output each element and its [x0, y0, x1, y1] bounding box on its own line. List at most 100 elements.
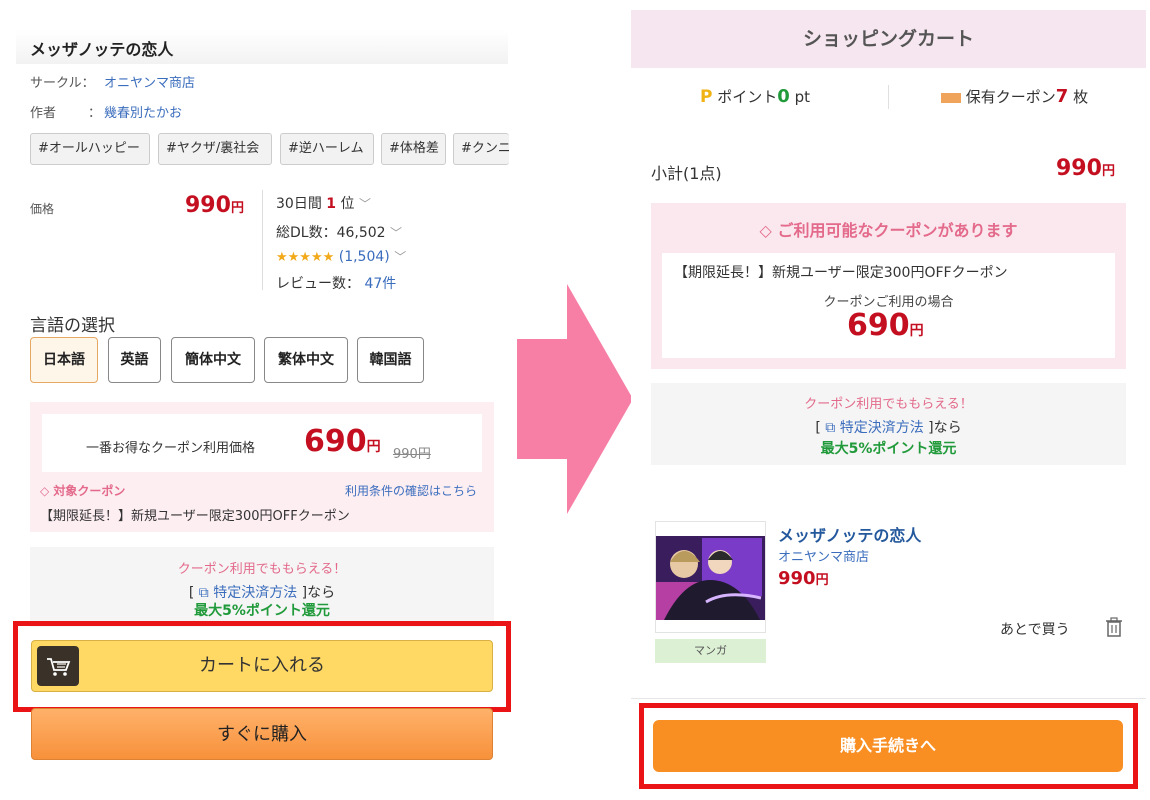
coupon-name: 【期限延長！】新規ユーザー限定300円OFFクーポン [40, 509, 350, 524]
arrow-right-icon [517, 284, 633, 514]
save-for-later-button[interactable]: あとで買う [1000, 619, 1070, 639]
item-category-badge: マンガ [655, 639, 766, 663]
price-value: 990 [185, 193, 231, 218]
points-promo-text: クーポン利用でももらえる！ [177, 562, 347, 577]
points-promo-text: クーポン利用でももらえる！ [804, 397, 973, 412]
author-link[interactable]: 幾春別たかお [104, 102, 182, 121]
external-link-icon: ⧉ [825, 420, 836, 436]
coupon-available-title[interactable]: ◇ ご利用可能なクーポンがあります [651, 217, 1126, 241]
rating[interactable]: ★★★★★ (1,504) ﹀ [276, 248, 406, 265]
coupon-price-yen: 円 [366, 439, 381, 455]
subtotal: 990円 [1056, 156, 1115, 181]
rank-value: 1 [326, 196, 337, 212]
rating-count: (1,504) [338, 249, 390, 265]
cart-header: ショッピングカート [631, 10, 1146, 68]
language-heading: 言語の選択 [30, 316, 115, 336]
trash-icon[interactable] [1105, 617, 1123, 637]
buy-now-button[interactable]: すぐに購入 [31, 708, 493, 760]
payment-method-line: [ ⧉ 特定決済方法 ]なら [30, 582, 494, 602]
highlight-frame [639, 703, 1138, 789]
chevron-down-icon: ﹀ [390, 226, 403, 240]
payment-method-link[interactable]: 特定決済方法 [213, 585, 297, 601]
genre-tag[interactable]: #オールハッピー [30, 133, 150, 165]
divider [631, 698, 1146, 699]
cover-image [656, 536, 765, 620]
ranking[interactable]: 30日間 1 位 ﹀ [276, 193, 371, 213]
subtotal-value: 990 [1056, 156, 1102, 181]
genre-tag[interactable]: #クンニ [453, 133, 509, 165]
language-option-english[interactable]: 英語 [108, 337, 161, 383]
coupons-unit: 枚 [1073, 88, 1089, 106]
genre-tag[interactable]: #ヤクザ/裏社会 [158, 133, 272, 165]
language-option-simplified-chinese[interactable]: 簡体中文 [171, 337, 255, 383]
rank-suffix: 位 [340, 196, 355, 212]
points-divider [888, 85, 889, 109]
coupon-card-price-value: 690 [847, 308, 910, 343]
price-yen: 円 [230, 201, 244, 216]
tag-icon: ◇ [40, 484, 50, 498]
points-max-text: 最大5%ポイント還元 [820, 441, 957, 457]
chevron-down-icon: ﹀ [394, 250, 407, 264]
highlight-frame [13, 621, 511, 712]
best-coupon-label: 一番お得なクーポン利用価格 [86, 441, 256, 456]
reviews-link[interactable]: 47件 [364, 276, 396, 292]
payment-close-bracket: ]なら [301, 585, 336, 601]
item-thumbnail[interactable] [655, 521, 766, 633]
download-count-text: 総DL数：46,502 [276, 225, 386, 241]
download-count[interactable]: 総DL数：46,502 ﹀ [276, 222, 402, 242]
original-price: 990円 [393, 447, 431, 462]
points-balance: P ポイント0 pt [700, 86, 810, 107]
price-divider [262, 190, 263, 290]
author-separator: ： [88, 106, 102, 121]
subtotal-label: 小計(1点) [651, 164, 722, 183]
points-value: 0 [777, 86, 790, 107]
coupon-card-name: 【期限延長！】新規ユーザー限定300円OFFクーポン [674, 265, 1008, 281]
external-link-icon: ⧉ [198, 585, 209, 601]
coupon-tag-icon: ◇ [759, 221, 772, 240]
price-label: 価格 [30, 202, 55, 216]
item-circle-link[interactable]: オニヤンマ商店 [778, 546, 869, 565]
reviews-label: レビュー数： [276, 276, 360, 292]
product-page-panel: メッザノッテの恋人 サークル： オニヤンマ商店 作者 ： 幾春別たかお #オール… [0, 0, 520, 800]
rank-prefix: 30日間 [276, 196, 322, 212]
item-price-value: 990 [778, 568, 816, 589]
language-option-korean[interactable]: 韓国語 [357, 337, 424, 383]
language-option-japanese[interactable]: 日本語 [30, 337, 98, 383]
language-option-traditional-chinese[interactable]: 繁体中文 [264, 337, 348, 383]
coupon-price-value: 690 [304, 424, 367, 459]
circle-label: サークル： [30, 76, 95, 91]
terms-link[interactable]: 利用条件の確認はこちら [345, 482, 477, 499]
item-price: 990円 [778, 568, 829, 589]
coupons-value: 7 [1055, 86, 1069, 107]
coupon-card-price-yen: 円 [909, 323, 924, 339]
coupons-balance[interactable]: 保有クーポン7 枚 [941, 86, 1088, 107]
coupon-ticket-icon [941, 92, 961, 103]
coupon-price: 690円 [304, 424, 381, 459]
points-max-text: 最大5%ポイント還元 [194, 603, 330, 619]
subtotal-yen: 円 [1101, 164, 1115, 179]
coupon-card-price: 690円 [847, 308, 924, 343]
payment-close-bracket: ]なら [928, 420, 962, 436]
target-coupon-label: ◇ 対象クーポン [40, 482, 125, 499]
genre-tag[interactable]: #体格差 [381, 133, 446, 165]
genre-tag[interactable]: #逆ハーレム [280, 133, 374, 165]
coupon-available-text: ご利用可能なクーポンがあります [777, 221, 1018, 240]
product-title: メッザノッテの恋人 [30, 40, 174, 59]
item-title-link[interactable]: メッザノッテの恋人 [778, 522, 921, 546]
price: 990円 [185, 193, 244, 218]
payment-open-bracket: [ [188, 585, 195, 601]
star-rating-icon: ★★★★★ [276, 250, 335, 265]
points-icon: P [700, 87, 713, 107]
points-label: ポイント [717, 88, 778, 106]
review-count: レビュー数： 47件 [276, 273, 396, 293]
payment-method-line: [ ⧉ 特定決済方法 ]なら [651, 417, 1126, 437]
coupons-label: 保有クーポン [965, 88, 1056, 106]
points-unit: pt [794, 88, 810, 106]
author-label: 作者 [30, 106, 57, 121]
circle-link[interactable]: オニヤンマ商店 [104, 72, 195, 91]
item-price-yen: 円 [815, 573, 829, 588]
target-coupon-text: 対象クーポン [53, 484, 126, 498]
chevron-down-icon: ﹀ [358, 197, 371, 211]
payment-method-link[interactable]: 特定決済方法 [840, 420, 924, 436]
payment-open-bracket: [ [815, 420, 821, 436]
